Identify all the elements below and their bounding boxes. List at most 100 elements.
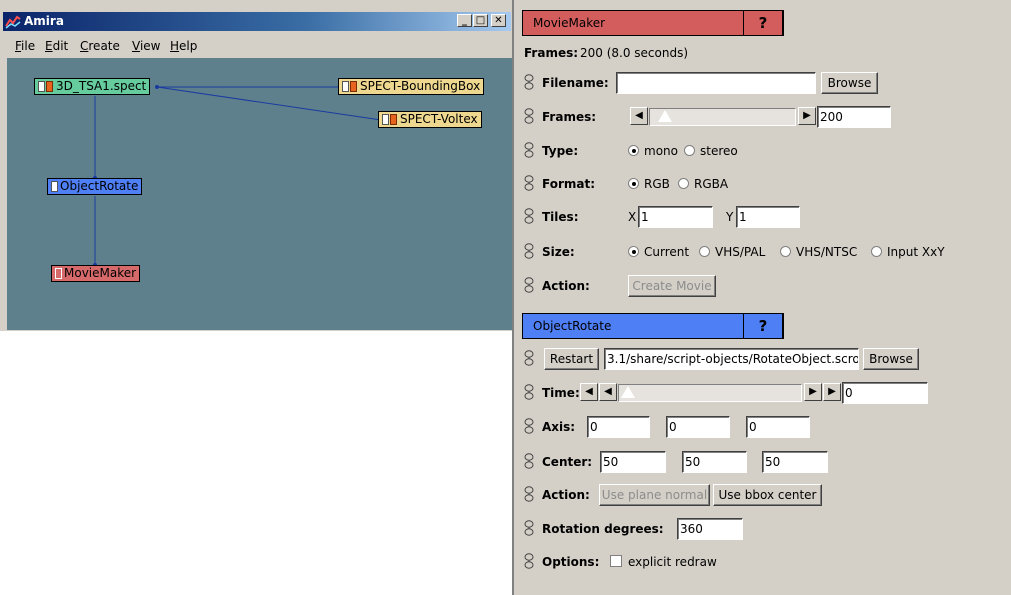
menu-help[interactable]: Help xyxy=(170,39,197,53)
port-icon xyxy=(342,81,349,92)
axis-label: Axis: xyxy=(542,420,576,434)
axis-z-input[interactable]: 0 xyxy=(746,416,810,438)
options-label: Options: xyxy=(542,555,600,569)
object-pool[interactable]: 3D_TSA1.spect SPECT-BoundingBox SPECT-Vo… xyxy=(7,58,512,330)
time-next-button[interactable]: ▶ xyxy=(804,383,822,401)
frames-slider-thumb[interactable] xyxy=(658,110,673,122)
size-vhs-ntsc-radio[interactable] xyxy=(780,246,791,257)
script-path-input[interactable]: 3.1/share/script-objects/RotateObject.sc… xyxy=(604,348,859,370)
tiles-y-label: Y xyxy=(726,210,734,224)
center-label: Center: xyxy=(542,455,593,469)
create-movie-button[interactable]: Create Movie xyxy=(628,275,716,297)
port-icon xyxy=(46,81,53,92)
pin-icon[interactable] xyxy=(524,520,534,537)
module-movie-maker[interactable]: MovieMaker xyxy=(51,265,141,282)
pin-icon[interactable] xyxy=(524,384,534,401)
size-vhs-pal-label: VHS/PAL xyxy=(715,245,766,259)
module-object-rotate[interactable]: ObjectRotate xyxy=(47,178,143,195)
filename-browse-button[interactable]: Browse xyxy=(821,72,878,94)
center-z-input[interactable]: 50 xyxy=(762,451,828,473)
moviemaker-help-button[interactable]: ? xyxy=(743,10,783,36)
minimize-button[interactable]: _ xyxy=(457,14,472,27)
rotation-label: Rotation degrees: xyxy=(542,522,664,536)
pin-icon[interactable] xyxy=(524,142,534,159)
frames-decrement-button[interactable]: ◀ xyxy=(630,107,648,125)
frames-info-value: 200 (8.0 seconds) xyxy=(580,46,689,60)
title-bar[interactable]: Amira _ □ ✕ xyxy=(3,12,511,31)
center-x-input[interactable]: 50 xyxy=(600,451,666,473)
size-current-radio[interactable] xyxy=(628,246,639,257)
tiles-x-input[interactable]: 1 xyxy=(638,206,713,228)
properties-panel: MovieMaker ? Frames: 200 (8.0 seconds) F… xyxy=(512,0,1011,595)
amira-app-icon xyxy=(5,15,21,29)
time-prev-button[interactable]: ◀ xyxy=(599,383,617,401)
maximize-button[interactable]: □ xyxy=(473,14,488,27)
format-rgb-radio[interactable] xyxy=(628,178,639,189)
type-stereo-label: stereo xyxy=(700,144,738,158)
format-label: Format: xyxy=(542,177,596,191)
frames-input[interactable]: 200 xyxy=(817,106,891,128)
close-button[interactable]: ✕ xyxy=(491,14,506,27)
port-icon xyxy=(350,81,357,92)
pin-icon[interactable] xyxy=(524,277,534,294)
menu-file[interactable]: File xyxy=(15,39,35,53)
axis-y-input[interactable]: 0 xyxy=(666,416,730,438)
menu-edit[interactable]: Edit xyxy=(45,39,68,53)
objectrotate-help-button[interactable]: ? xyxy=(743,313,783,339)
time-label: Time: xyxy=(542,386,580,400)
pin-icon[interactable] xyxy=(524,418,534,435)
use-plane-normal-button[interactable]: Use plane normal xyxy=(599,484,710,506)
type-mono-radio[interactable] xyxy=(628,145,639,156)
rotation-input[interactable]: 360 xyxy=(677,518,743,540)
tiles-y-input[interactable]: 1 xyxy=(736,206,800,228)
use-bbox-center-button[interactable]: Use bbox center xyxy=(713,484,822,506)
filename-label: Filename: xyxy=(542,76,609,90)
explicit-redraw-checkbox[interactable] xyxy=(610,555,622,567)
port-icon xyxy=(51,181,58,192)
menu-bar: File Edit Create View Help xyxy=(3,34,511,54)
pin-icon[interactable] xyxy=(524,108,534,125)
port-icon xyxy=(38,81,45,92)
objectrotate-header[interactable]: ObjectRotate ? xyxy=(522,313,784,339)
module-bounding-box[interactable]: SPECT-BoundingBox xyxy=(338,78,485,95)
menu-view[interactable]: View xyxy=(132,39,160,53)
explicit-redraw-label: explicit redraw xyxy=(628,555,717,569)
frames-label: Frames: xyxy=(542,110,597,124)
menu-create[interactable]: Create xyxy=(80,39,120,53)
size-vhs-ntsc-label: VHS/NTSC xyxy=(796,245,858,259)
frames-increment-button[interactable]: ▶ xyxy=(798,107,816,125)
pin-icon[interactable] xyxy=(524,243,534,260)
time-slider-thumb[interactable] xyxy=(621,386,635,398)
pin-icon[interactable] xyxy=(524,453,534,470)
restart-button[interactable]: Restart xyxy=(544,348,599,370)
format-rgba-radio[interactable] xyxy=(678,178,689,189)
frames-info-label: Frames: xyxy=(524,46,579,60)
time-input[interactable]: 0 xyxy=(842,382,928,404)
pin-icon[interactable] xyxy=(524,74,534,91)
script-browse-button[interactable]: Browse xyxy=(863,348,919,370)
module-voltex[interactable]: SPECT-Voltex xyxy=(378,111,482,128)
tiles-label: Tiles: xyxy=(542,210,579,224)
port-icon xyxy=(55,268,62,279)
time-slider[interactable] xyxy=(618,384,802,402)
type-stereo-radio[interactable] xyxy=(684,145,695,156)
time-first-button[interactable]: ◀ xyxy=(580,383,598,401)
rotate-action-label: Action: xyxy=(542,488,590,502)
center-y-input[interactable]: 50 xyxy=(682,451,747,473)
pin-icon[interactable] xyxy=(524,175,534,192)
pin-icon[interactable] xyxy=(524,208,534,225)
axis-x-input[interactable]: 0 xyxy=(587,416,650,438)
pin-icon[interactable] xyxy=(524,350,534,367)
frames-slider[interactable] xyxy=(649,108,796,126)
pin-icon[interactable] xyxy=(524,486,534,503)
type-label: Type: xyxy=(542,144,579,158)
module-data-spect[interactable]: 3D_TSA1.spect xyxy=(34,78,151,95)
pin-icon[interactable] xyxy=(524,553,534,570)
size-input-radio[interactable] xyxy=(871,246,882,257)
moviemaker-action-label: Action: xyxy=(542,279,590,293)
window-title: Amira xyxy=(24,14,64,28)
time-last-button[interactable]: ▶ xyxy=(823,383,841,401)
size-vhs-pal-radio[interactable] xyxy=(699,246,710,257)
moviemaker-header[interactable]: MovieMaker ? xyxy=(522,10,784,36)
filename-input[interactable] xyxy=(616,72,816,94)
